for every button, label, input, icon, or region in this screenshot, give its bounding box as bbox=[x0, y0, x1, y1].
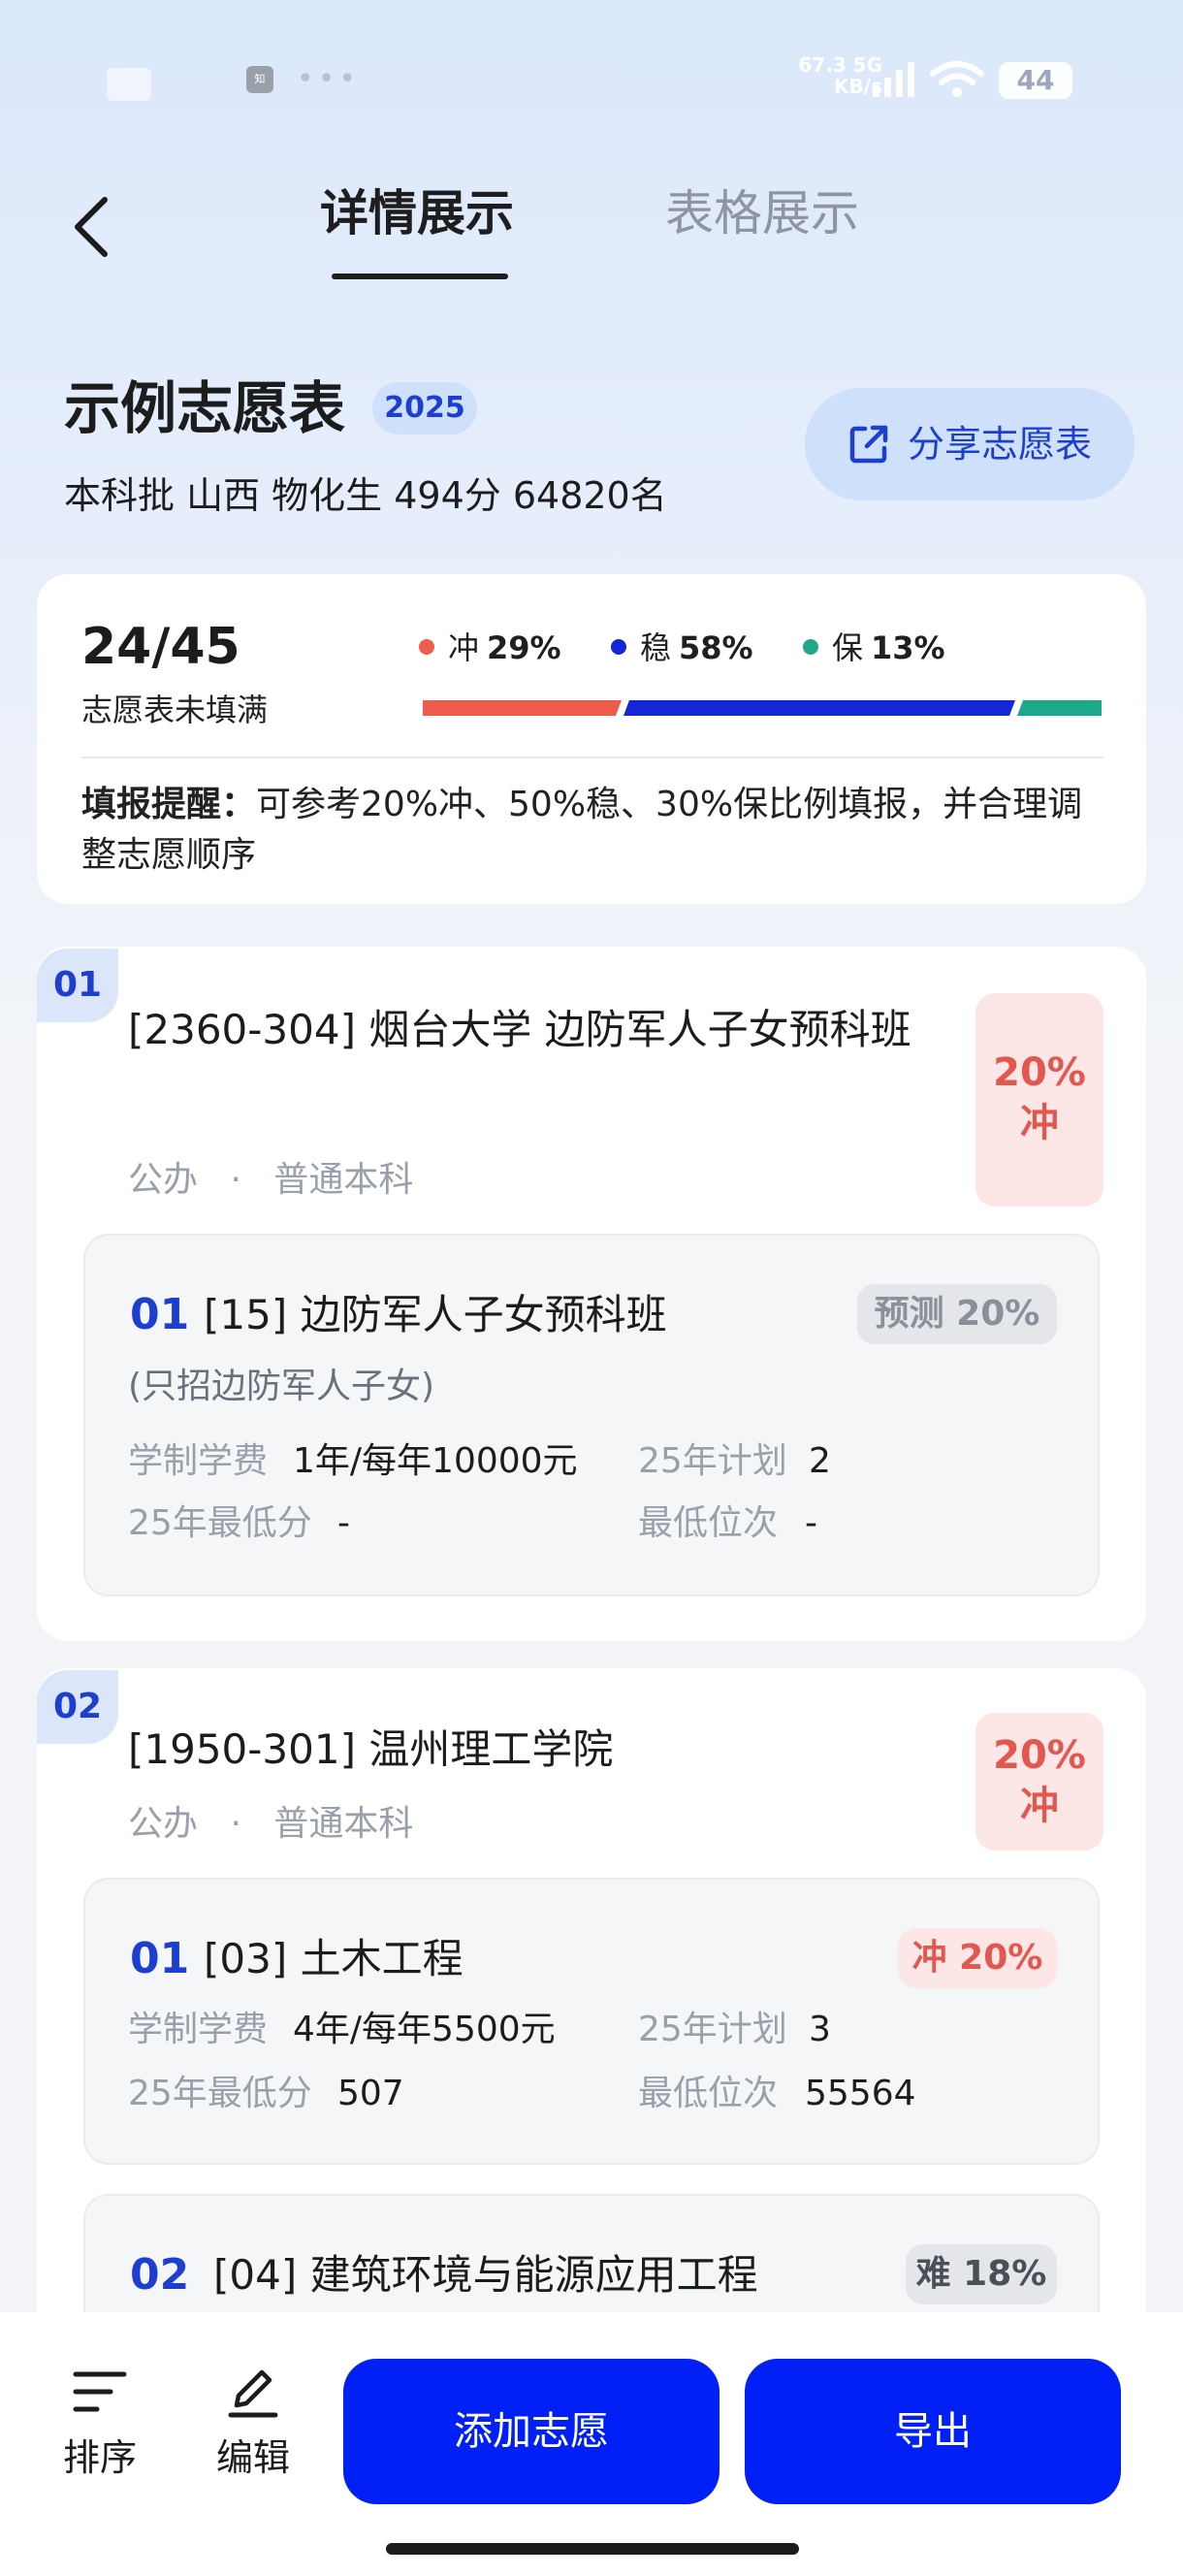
school-level: 普通本科 bbox=[273, 1804, 414, 1844]
fee-value: 4年/每年5500元 bbox=[293, 2010, 556, 2049]
major-name: [15] 边防军人子女预科班 bbox=[204, 1291, 667, 1338]
meta-separator: · bbox=[230, 1160, 241, 1200]
cellular-signal-icon bbox=[873, 62, 914, 97]
sort-label: 排序 bbox=[62, 2436, 137, 2479]
tab-table-view[interactable]: 表格展示 bbox=[665, 182, 859, 244]
plan-label: 25年计划 bbox=[638, 2010, 787, 2049]
share-form-button[interactable]: 分享志愿表 bbox=[805, 388, 1135, 500]
tab-detail-view[interactable]: 详情展示 bbox=[320, 182, 514, 244]
network-speed: 67.3 5G KB/s bbox=[795, 54, 882, 97]
major-index: 01 bbox=[130, 1934, 190, 1983]
school-meta: 公办 · 普通本科 bbox=[128, 1156, 413, 1205]
add-preference-button[interactable]: 添加志愿 bbox=[343, 2359, 719, 2504]
back-arrow-icon[interactable] bbox=[68, 194, 116, 260]
legend-stable: 稳 58% bbox=[611, 627, 753, 669]
filling-tip: 填报提醒：可参考20%冲、50%稳、30%保比例填报，并合理调整志愿顺序 bbox=[81, 780, 1103, 881]
admission-probability: 20% 冲 bbox=[975, 993, 1103, 1207]
page-title: 示例志愿表 bbox=[64, 375, 346, 441]
legend-rush-pct: 29% bbox=[487, 629, 561, 666]
major-name: [04] 建筑环境与能源应用工程 bbox=[213, 2251, 758, 2299]
fee-value: 1年/每年10000元 bbox=[293, 1441, 578, 1481]
min-rank-label: 最低位次 bbox=[638, 1503, 779, 1543]
filled-status: 志愿表未填满 bbox=[81, 692, 269, 728]
sort-button[interactable]: 排序 bbox=[47, 2367, 153, 2482]
admission-probability: 20% 冲 bbox=[975, 1713, 1103, 1851]
stable-dot-icon bbox=[611, 639, 626, 655]
ratio-bar-stable bbox=[623, 700, 1015, 716]
meta-separator: · bbox=[230, 1804, 241, 1844]
difficulty-tag: 难 18% bbox=[906, 2244, 1057, 2304]
edit-pencil-icon bbox=[228, 2369, 278, 2418]
min-score-label: 25年最低分 bbox=[128, 2074, 312, 2113]
school-ownership: 公办 bbox=[128, 1160, 199, 1200]
plan-value: 2 bbox=[809, 1441, 831, 1481]
probability-pct: 20% bbox=[993, 1733, 1086, 1778]
major-note: (只招边防军人子女) bbox=[128, 1367, 435, 1406]
min-rank-value: - bbox=[805, 1503, 817, 1543]
ratio-bar bbox=[423, 700, 1102, 716]
rush-tag: 冲 20% bbox=[898, 1928, 1057, 1988]
edit-label: 编辑 bbox=[215, 2436, 290, 2479]
legend-safe-name: 保 bbox=[832, 629, 864, 666]
network-speed-top: 67.3 5G bbox=[798, 53, 882, 77]
probability-pct: 20% bbox=[993, 1050, 1086, 1095]
plan-label: 25年计划 bbox=[638, 1441, 787, 1481]
home-indicator[interactable] bbox=[386, 2543, 799, 2555]
filled-count: 24/45 bbox=[81, 618, 240, 676]
school-ownership: 公办 bbox=[128, 1804, 199, 1844]
filling-tip-label: 填报提醒： bbox=[81, 785, 257, 824]
school-index-badge: 02 bbox=[37, 1670, 118, 1744]
battery-icon: 44 bbox=[999, 62, 1072, 99]
school-name: [2360-304] 烟台大学 边防军人子女预科班 bbox=[128, 1006, 911, 1053]
legend-stable-name: 稳 bbox=[640, 629, 672, 666]
rush-dot-icon bbox=[419, 639, 434, 655]
network-speed-unit: KB/s bbox=[834, 75, 882, 98]
school-name: [1950-301] 温州理工学院 bbox=[128, 1725, 614, 1773]
major-index: 02 bbox=[130, 2250, 190, 2300]
plan-value: 3 bbox=[809, 2010, 831, 2049]
legend-stable-pct: 58% bbox=[679, 629, 753, 666]
more-notifications-icon: ••• bbox=[297, 62, 361, 96]
min-score-label: 25年最低分 bbox=[128, 1503, 312, 1543]
safe-dot-icon bbox=[803, 639, 818, 655]
legend-safe: 保 13% bbox=[803, 627, 945, 669]
export-button[interactable]: 导出 bbox=[745, 2359, 1121, 2504]
wifi-icon bbox=[930, 61, 984, 97]
fee-label: 学制学费 bbox=[128, 1441, 269, 1481]
probability-label: 冲 bbox=[1020, 1784, 1059, 1828]
legend-rush-name: 冲 bbox=[448, 629, 480, 666]
summary-divider bbox=[81, 757, 1103, 758]
school-meta: 公办 · 普通本科 bbox=[128, 1800, 413, 1849]
min-rank-label: 最低位次 bbox=[638, 2074, 779, 2113]
school-level: 普通本科 bbox=[273, 1160, 414, 1200]
min-rank-value: 55564 bbox=[805, 2074, 916, 2113]
major-name: [03] 土木工程 bbox=[204, 1935, 464, 1982]
fee-label: 学制学费 bbox=[128, 2010, 269, 2049]
legend-safe-pct: 13% bbox=[871, 629, 945, 666]
ratio-bar-safe bbox=[1017, 700, 1102, 716]
edit-button[interactable]: 编辑 bbox=[200, 2367, 306, 2482]
min-score-value: - bbox=[337, 1503, 350, 1543]
probability-label: 冲 bbox=[1020, 1101, 1059, 1145]
notification-app-icon: 知 bbox=[246, 66, 273, 93]
active-tab-indicator bbox=[332, 274, 508, 279]
legend-rush: 冲 29% bbox=[419, 627, 561, 669]
sort-icon bbox=[73, 2371, 127, 2412]
candidate-info: 本科批 山西 物化生 494分 64820名 bbox=[64, 474, 667, 517]
ratio-bar-rush bbox=[423, 700, 622, 716]
school-index-badge: 01 bbox=[37, 949, 118, 1022]
share-form-label: 分享志愿表 bbox=[908, 423, 1093, 466]
share-icon bbox=[849, 425, 888, 464]
min-score-value: 507 bbox=[337, 2074, 404, 2113]
major-index: 01 bbox=[130, 1290, 190, 1339]
prediction-tag: 预测 20% bbox=[857, 1284, 1057, 1344]
year-badge: 2025 bbox=[372, 382, 477, 435]
status-ghost-indicator bbox=[107, 68, 151, 101]
